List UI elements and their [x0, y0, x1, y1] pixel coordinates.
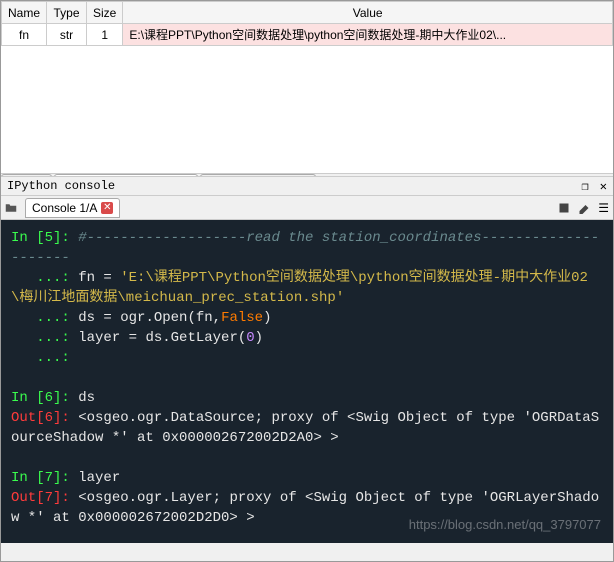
console-header: IPython console ❐ ✕ [1, 176, 613, 196]
console-title: IPython console [7, 179, 115, 193]
stop-icon[interactable] [558, 201, 570, 215]
prompt-in-7: In [7]: [11, 470, 70, 486]
code-text: ds = ogr.Open(fn, [70, 310, 221, 326]
console-tabs-bar: Console 1/A ✕ ☰ [1, 196, 613, 220]
undock-icon[interactable]: ❐ [581, 180, 588, 194]
console-output[interactable]: In [5]: #-------------------read the sta… [1, 220, 613, 543]
continuation-prompt: ...: [36, 350, 70, 366]
prompt-out-6: Out[6]: [11, 410, 70, 426]
options-icon[interactable]: ☰ [598, 201, 609, 215]
continuation-prompt: ...: [36, 270, 70, 286]
cell-size: 1 [87, 24, 123, 46]
tab-file-explorer[interactable]: File explorer [200, 174, 316, 176]
col-header-size[interactable]: Size [87, 2, 123, 24]
close-pane-icon[interactable]: ✕ [600, 180, 607, 194]
output-text: <osgeo.ogr.DataSource; proxy of <Swig Ob… [11, 410, 599, 446]
col-header-name[interactable]: Name [2, 2, 47, 24]
variable-explorer-pane: Name Type Size Value fn str 1 E:\课程PPT\P… [1, 1, 613, 176]
empty-area [1, 46, 613, 173]
cell-type: str [47, 24, 87, 46]
continuation-prompt: ...: [36, 310, 70, 326]
prompt-in-6: In [6]: [11, 390, 70, 406]
code-text: fn = [70, 270, 120, 286]
variable-table: Name Type Size Value fn str 1 E:\课程PPT\P… [1, 1, 613, 46]
code-text: ) [263, 310, 271, 326]
code-text: ds [70, 390, 95, 406]
watermark: https://blog.csdn.net/qq_3797077 [409, 515, 601, 535]
code-text: layer [70, 470, 120, 486]
col-header-value[interactable]: Value [123, 2, 613, 24]
number-literal: 0 [246, 330, 254, 346]
close-tab-icon[interactable]: ✕ [101, 202, 113, 214]
tab-help[interactable]: Help [1, 174, 52, 176]
cell-name: fn [2, 24, 47, 46]
prompt-in-5: In [5]: [11, 230, 70, 246]
table-row[interactable]: fn str 1 E:\课程PPT\Python空间数据处理\python空间数… [2, 24, 613, 46]
comment-text: #-------------------read the station_coo… [11, 230, 599, 266]
folder-icon[interactable] [5, 201, 17, 215]
cell-value: E:\课程PPT\Python空间数据处理\python空间数据处理-期中大作业… [123, 24, 613, 46]
continuation-prompt: ...: [36, 330, 70, 346]
keyword-false: False [221, 310, 263, 326]
prompt-out-7: Out[7]: [11, 490, 70, 506]
code-text: ) [255, 330, 263, 346]
tab-variable-explorer[interactable]: Variable explorer [54, 174, 198, 176]
clear-icon[interactable] [578, 201, 590, 215]
console-tab[interactable]: Console 1/A ✕ [25, 198, 120, 218]
console-tab-label: Console 1/A [32, 201, 97, 215]
code-text: layer = ds.GetLayer( [70, 330, 246, 346]
col-header-type[interactable]: Type [47, 2, 87, 24]
